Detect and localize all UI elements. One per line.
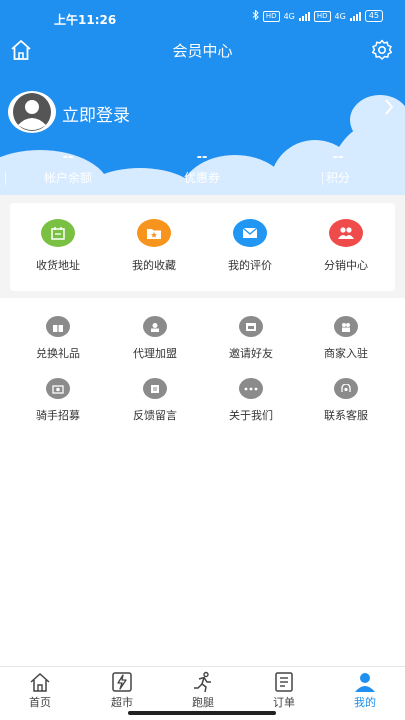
quick-action-label: 收货地址 bbox=[36, 259, 80, 272]
order-icon bbox=[275, 672, 293, 692]
users-icon bbox=[329, 219, 363, 247]
stat-balance[interactable]: -- 帐户余额 bbox=[28, 150, 108, 186]
tab-label: 我的 bbox=[354, 696, 376, 709]
tab-supermarket[interactable]: 超市 bbox=[92, 671, 152, 710]
home-icon bbox=[30, 672, 50, 692]
login-link[interactable]: 立即登录 bbox=[62, 101, 130, 126]
merchant-icon bbox=[334, 316, 358, 337]
member-header: 上午11:26 HD 4G HD 4G 45 会员中心 立即登录 -- 帐户余额… bbox=[0, 0, 405, 195]
profile-arrow[interactable] bbox=[383, 98, 395, 116]
service-label: 兑换礼品 bbox=[36, 347, 80, 360]
more-icon bbox=[239, 378, 263, 399]
signal-icon bbox=[298, 11, 310, 21]
status-bar: 上午11:26 HD 4G HD 4G 45 bbox=[0, 0, 405, 34]
status-time: 上午11:26 bbox=[54, 13, 117, 27]
page-title: 会员中心 bbox=[172, 42, 233, 60]
tab-profile[interactable]: 我的 bbox=[335, 671, 395, 710]
stat-label: 积分 bbox=[325, 171, 350, 185]
home-indicator[interactable] bbox=[128, 711, 276, 715]
tab-label: 跑腿 bbox=[192, 696, 214, 709]
service-label: 代理加盟 bbox=[133, 347, 177, 360]
stat-divider bbox=[5, 172, 6, 185]
service-about[interactable]: 关于我们 bbox=[206, 378, 296, 423]
star-folder-icon bbox=[137, 219, 171, 247]
service-label: 骑手招募 bbox=[36, 409, 80, 422]
status-icons: HD 4G HD 4G 45 bbox=[252, 9, 383, 22]
invite-icon bbox=[239, 316, 263, 337]
avatar-placeholder-icon bbox=[13, 93, 51, 131]
battery-icon: 45 bbox=[364, 10, 383, 22]
quick-action-distribution[interactable]: 分销中心 bbox=[298, 219, 394, 273]
gift-icon bbox=[46, 316, 70, 337]
tab-label: 超市 bbox=[111, 696, 133, 709]
avatar[interactable] bbox=[8, 91, 56, 133]
service-support[interactable]: 联系客服 bbox=[301, 378, 391, 423]
gear-icon bbox=[371, 39, 393, 60]
calendar-icon bbox=[41, 219, 75, 247]
quick-action-favorites[interactable]: 我的收藏 bbox=[106, 219, 202, 273]
tab-errand[interactable]: 跑腿 bbox=[173, 671, 233, 710]
bluetooth-icon bbox=[252, 9, 259, 22]
quick-action-label: 我的收藏 bbox=[132, 259, 176, 272]
service-gift[interactable]: 兑换礼品 bbox=[13, 316, 103, 361]
tab-label: 首页 bbox=[29, 696, 51, 709]
services-panel: 兑换礼品 代理加盟 邀请好友 商家入驻 骑手招募 反馈留言 关于我们 联系客服 bbox=[0, 298, 405, 666]
stat-value: -- bbox=[62, 150, 74, 165]
service-feedback[interactable]: 反馈留言 bbox=[110, 378, 200, 423]
camera-icon bbox=[46, 378, 70, 399]
person-icon bbox=[355, 673, 375, 692]
quick-action-label: 分销中心 bbox=[324, 259, 368, 272]
quick-action-reviews[interactable]: 我的评价 bbox=[202, 219, 298, 273]
service-label: 反馈留言 bbox=[133, 409, 177, 422]
stat-coupons[interactable]: -- 优惠券 bbox=[162, 150, 242, 186]
chevron-right-icon bbox=[385, 99, 394, 115]
quick-action-address[interactable]: 收货地址 bbox=[10, 219, 106, 273]
stat-label: 帐户余额 bbox=[43, 171, 92, 185]
service-label: 联系客服 bbox=[324, 409, 368, 422]
tab-home[interactable]: 首页 bbox=[10, 671, 70, 710]
service-merchant[interactable]: 商家入驻 bbox=[301, 316, 391, 361]
hd-badge: HD bbox=[313, 10, 331, 22]
tab-orders[interactable]: 订单 bbox=[254, 671, 314, 710]
service-label: 商家入驻 bbox=[324, 347, 368, 360]
settings-button[interactable] bbox=[370, 38, 394, 62]
service-icon bbox=[334, 378, 358, 399]
service-invite[interactable]: 邀请好友 bbox=[206, 316, 296, 361]
service-agent[interactable]: 代理加盟 bbox=[110, 316, 200, 361]
stat-label: 优惠券 bbox=[183, 171, 220, 185]
quick-actions-card: 收货地址 我的收藏 我的评价 分销中心 bbox=[10, 203, 395, 291]
stat-value: -- bbox=[332, 150, 344, 165]
network-type: 4G bbox=[283, 11, 295, 21]
agent-icon bbox=[143, 316, 167, 337]
feedback-icon bbox=[143, 378, 167, 399]
stat-points[interactable]: -- 积分 bbox=[303, 150, 373, 186]
stat-value: -- bbox=[196, 150, 208, 165]
runner-icon bbox=[194, 671, 211, 693]
cloud-decoration bbox=[350, 95, 405, 145]
service-label: 关于我们 bbox=[229, 409, 273, 422]
service-label: 邀请好友 bbox=[229, 347, 273, 360]
mail-icon bbox=[233, 219, 267, 247]
quick-action-label: 我的评价 bbox=[228, 259, 272, 272]
hd-badge: HD bbox=[262, 10, 280, 22]
tab-label: 订单 bbox=[273, 696, 295, 709]
stat-divider bbox=[322, 172, 323, 185]
lightning-icon bbox=[112, 672, 132, 692]
service-rider[interactable]: 骑手招募 bbox=[13, 378, 103, 423]
network-type: 4G bbox=[334, 11, 346, 21]
signal-icon bbox=[349, 11, 361, 21]
